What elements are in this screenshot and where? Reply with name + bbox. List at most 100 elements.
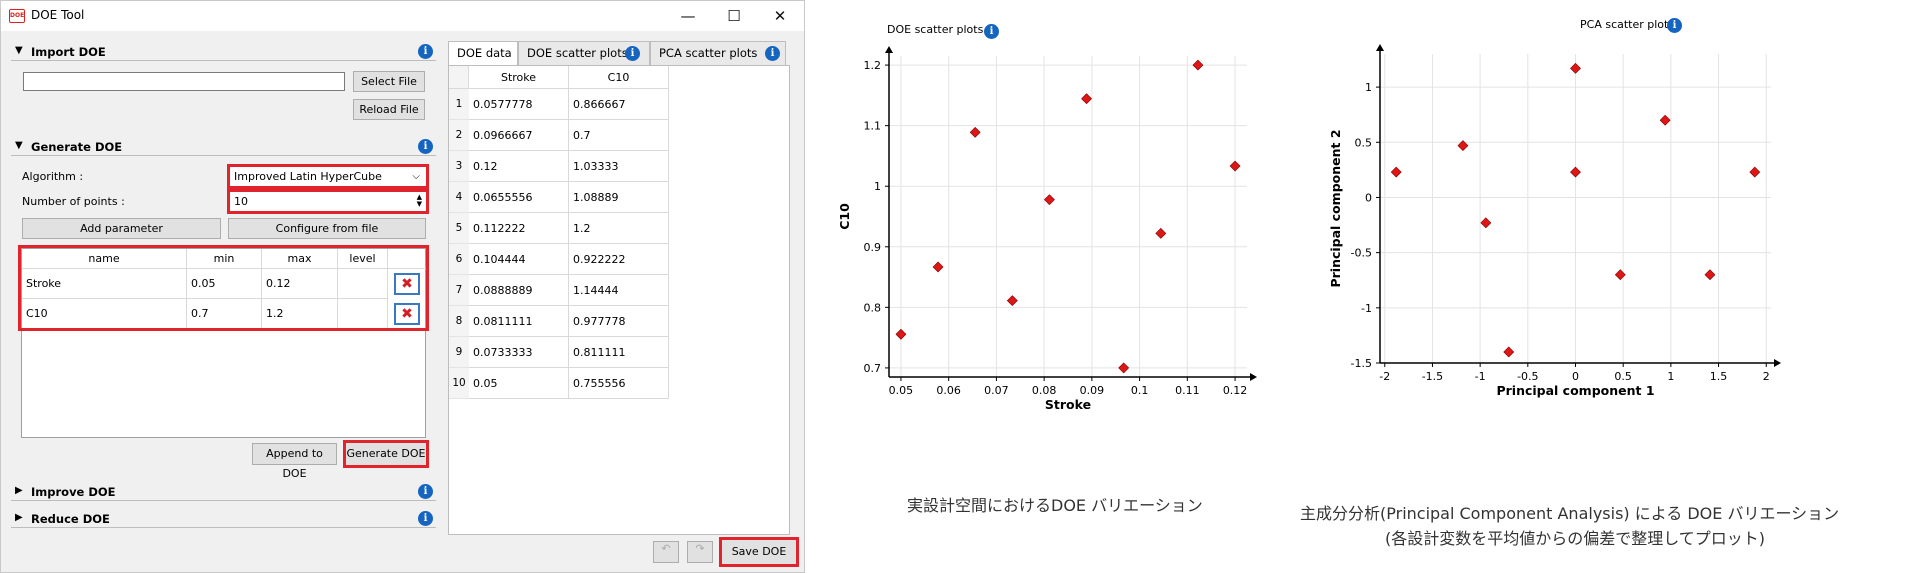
select-file-button[interactable]: Select File xyxy=(353,71,425,92)
info-icon[interactable]: i xyxy=(418,44,433,59)
param-name-cell[interactable]: Stroke xyxy=(22,269,187,299)
column-header xyxy=(388,249,426,269)
redo-icon[interactable]: ↷ xyxy=(687,541,713,563)
y-tick-label: 1 xyxy=(1365,81,1372,94)
table-cell[interactable]: 0.0733333 xyxy=(469,337,569,368)
table-cell[interactable]: 0.0655556 xyxy=(469,182,569,213)
parameter-table: name min max level Stroke 0.05 0.12 ✖ C1… xyxy=(21,248,426,438)
row-number: 3 xyxy=(449,151,469,182)
generate-doe-header[interactable]: ▼ Generate DOE xyxy=(11,138,436,156)
param-max-cell[interactable]: 1.2 xyxy=(262,299,338,329)
pca-plot-title: PCA scatter plots xyxy=(1580,18,1675,31)
info-icon[interactable]: i xyxy=(765,46,780,61)
table-cell[interactable]: 1.08889 xyxy=(569,182,669,213)
table-cell[interactable]: 0.12 xyxy=(469,151,569,182)
data-point xyxy=(1480,217,1492,229)
data-point xyxy=(895,328,907,340)
x-tick-label: 0.06 xyxy=(936,384,961,397)
x-tick-label: 0.08 xyxy=(1032,384,1057,397)
table-cell[interactable]: 0.7 xyxy=(569,120,669,151)
data-point xyxy=(1390,166,1402,178)
table-cell[interactable]: 0.755556 xyxy=(569,368,669,399)
x-tick-label: -2 xyxy=(1379,370,1390,383)
table-cell[interactable]: 1.2 xyxy=(569,213,669,244)
doe-tool-window: DOE DOE Tool — ☐ ✕ ▼ Import DOE i Select… xyxy=(0,0,805,573)
doe-plot-title: DOE scatter plots xyxy=(887,23,984,36)
param-name-cell[interactable]: C10 xyxy=(22,299,187,329)
table-cell[interactable]: 0.866667 xyxy=(569,89,669,120)
data-point xyxy=(1614,269,1626,281)
add-parameter-button[interactable]: Add parameter xyxy=(22,218,221,239)
data-point xyxy=(1044,194,1055,206)
info-icon[interactable]: i xyxy=(625,46,640,61)
y-tick-label: 0.5 xyxy=(1355,136,1373,149)
table-cell[interactable]: 0.977778 xyxy=(569,306,669,337)
undo-icon[interactable]: ↶ xyxy=(653,541,679,563)
param-level-cell[interactable] xyxy=(338,269,388,299)
table-cell[interactable]: 0.922222 xyxy=(569,244,669,275)
window-title: DOE Tool xyxy=(31,8,85,22)
reduce-doe-header[interactable]: ▶ Reduce DOE xyxy=(11,510,436,528)
table-cell[interactable]: 1.14444 xyxy=(569,275,669,306)
x-tick-label: -1.5 xyxy=(1422,370,1443,383)
table-cell[interactable]: 0.05 xyxy=(469,368,569,399)
import-doe-header[interactable]: ▼ Import DOE xyxy=(11,43,436,61)
app-icon: DOE xyxy=(9,9,25,23)
x-axis-label: Principal component 1 xyxy=(1496,383,1654,398)
generate-doe-button[interactable]: Generate DOE xyxy=(343,440,429,468)
row-number: 7 xyxy=(449,275,469,306)
corner-cell xyxy=(449,66,469,89)
save-doe-button[interactable]: Save DOE xyxy=(719,537,799,567)
param-level-cell[interactable] xyxy=(338,299,388,329)
maximize-button[interactable]: ☐ xyxy=(711,1,757,31)
column-header: level xyxy=(338,249,388,269)
table-cell[interactable]: 0.0811111 xyxy=(469,306,569,337)
x-tick-label: 0.09 xyxy=(1080,384,1105,397)
table-cell[interactable]: 1.03333 xyxy=(569,151,669,182)
param-min-cell[interactable]: 0.05 xyxy=(187,269,262,299)
num-points-spinbox[interactable]: 10 ▲ ▼ xyxy=(227,189,429,214)
reload-file-button[interactable]: Reload File xyxy=(353,99,425,120)
expand-triangle-icon: ▶ xyxy=(15,485,23,496)
delete-x-icon[interactable]: ✖ xyxy=(394,303,420,325)
x-axis-arrow xyxy=(1774,359,1781,367)
y-axis-label: Principal component 2 xyxy=(1328,129,1343,287)
expand-triangle-icon: ▶ xyxy=(15,512,23,523)
info-icon[interactable]: i xyxy=(418,484,433,499)
data-point xyxy=(1659,114,1671,126)
append-to-doe-button[interactable]: Append to DOE xyxy=(252,443,337,480)
x-tick-label: 0.11 xyxy=(1175,384,1200,397)
table-cell[interactable]: 0.0888889 xyxy=(469,275,569,306)
doe-plot-caption: 実設計空間におけるDOE バリエーション xyxy=(907,496,1203,515)
spin-arrows-icon[interactable]: ▲ ▼ xyxy=(417,194,422,208)
close-button[interactable]: ✕ xyxy=(757,1,803,31)
table-cell[interactable]: 0.112222 xyxy=(469,213,569,244)
column-header: max xyxy=(262,249,338,269)
info-icon: i xyxy=(984,24,999,39)
table-cell[interactable]: 0.0966667 xyxy=(469,120,569,151)
minimize-button[interactable]: — xyxy=(665,1,711,31)
param-min-cell[interactable]: 0.7 xyxy=(187,299,262,329)
table-cell[interactable]: 0.811111 xyxy=(569,337,669,368)
table-cell[interactable]: 0.104444 xyxy=(469,244,569,275)
y-tick-label: 0 xyxy=(1365,191,1372,204)
data-point xyxy=(1118,362,1130,374)
configure-from-file-button[interactable]: Configure from file xyxy=(228,218,426,239)
param-max-cell[interactable]: 0.12 xyxy=(262,269,338,299)
file-path-input[interactable] xyxy=(23,72,345,91)
x-axis-label: Stroke xyxy=(1045,397,1091,412)
pca-plot-caption: 主成分分析(Principal Component Analysis) による … xyxy=(1300,504,1840,523)
y-tick-label: 1.2 xyxy=(864,59,882,72)
info-icon[interactable]: i xyxy=(418,511,433,526)
table-cell[interactable]: 0.0577778 xyxy=(469,89,569,120)
y-tick-label: 0.9 xyxy=(864,241,882,254)
title-bar: DOE DOE Tool — ☐ ✕ xyxy=(1,1,804,31)
row-number: 10 xyxy=(449,368,469,399)
algorithm-select[interactable]: Improved Latin HyperCube ⌵ xyxy=(227,164,429,189)
x-tick-label: 0.12 xyxy=(1223,384,1248,397)
improve-doe-header[interactable]: ▶ Improve DOE xyxy=(11,483,436,501)
info-icon[interactable]: i xyxy=(418,139,433,154)
delete-x-icon[interactable]: ✖ xyxy=(394,273,420,295)
tab-doe-data[interactable]: DOE data xyxy=(448,41,518,65)
data-point xyxy=(1570,62,1581,74)
